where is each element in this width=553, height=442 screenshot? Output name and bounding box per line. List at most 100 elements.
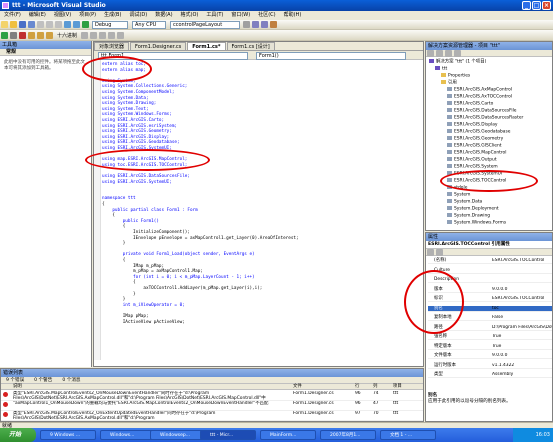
- solution-tree-node[interactable]: 解决方案 "ttt" (1 个项目): [429, 59, 486, 65]
- start-button[interactable]: 开始: [0, 428, 36, 442]
- step-into-icon[interactable]: [28, 31, 35, 39]
- taskbar-button[interactable]: 9 Windows ...: [40, 430, 96, 440]
- comment-icon[interactable]: [99, 31, 107, 39]
- find-combo[interactable]: ccontrolPageLayout: [170, 20, 240, 29]
- solution-tree-node[interactable]: ESRI.ArcGIS.Geodatabase: [447, 129, 510, 135]
- property-value[interactable]: False: [492, 315, 552, 321]
- breakpoints-icon[interactable]: [81, 31, 89, 39]
- cut-icon[interactable]: [37, 21, 44, 28]
- editor-tab[interactable]: Form1.cs*: [187, 42, 226, 50]
- step-over-icon[interactable]: [37, 31, 44, 39]
- property-value[interactable]: 9.0.0.0: [492, 287, 552, 293]
- error-column-header[interactable]: 项目: [393, 384, 402, 389]
- uncomment-icon[interactable]: [108, 31, 116, 39]
- menu-item[interactable]: 视图(V): [50, 11, 75, 20]
- menu-item[interactable]: 工具(T): [202, 11, 227, 20]
- taskbar-button[interactable]: Windowsep...: [150, 430, 206, 440]
- hex-toggle[interactable]: 十六进制: [57, 32, 77, 39]
- property-value[interactable]: Assembly: [492, 372, 552, 378]
- view-code-icon[interactable]: [454, 49, 461, 57]
- refresh-icon[interactable]: [445, 49, 452, 57]
- editor-tab[interactable]: 对象浏览器: [94, 42, 130, 50]
- save-icon[interactable]: [19, 21, 26, 28]
- toolbox-icon[interactable]: [270, 21, 277, 28]
- menu-item[interactable]: 文件(F): [0, 11, 25, 20]
- step-out-icon[interactable]: [46, 31, 53, 39]
- configuration-select[interactable]: Debug: [92, 20, 128, 29]
- taskbar-button[interactable]: 2007年8月1...: [320, 430, 376, 440]
- solution-tree-node[interactable]: ESRI.ArcGIS.DataSourcesRaster: [447, 115, 523, 121]
- solution-explorer-icon[interactable]: [252, 21, 259, 28]
- taskbar-button[interactable]: Windows...: [100, 430, 156, 440]
- solution-tree-node[interactable]: ESRI.ArcGIS.AxTOCControl: [447, 94, 512, 100]
- properties-icon[interactable]: [261, 21, 268, 28]
- editor-tab[interactable]: Form1.Designer.cs: [130, 42, 187, 50]
- taskbar-button[interactable]: MainForm...: [260, 430, 316, 440]
- error-column-header[interactable]: 文件: [293, 384, 302, 389]
- alphabetical-icon[interactable]: [436, 248, 443, 256]
- start-debug-icon[interactable]: [82, 21, 89, 28]
- error-filter-button[interactable]: 9 个错误: [6, 377, 24, 383]
- find-icon[interactable]: [243, 21, 250, 28]
- code-area[interactable]: extern alias toc; extern alias map; using …: [94, 60, 423, 360]
- taskbar-button[interactable]: ttt - Micr...: [200, 430, 256, 440]
- menu-item[interactable]: 数据(A): [151, 11, 176, 20]
- property-row[interactable]: 类型 Assembly: [428, 372, 552, 378]
- error-row[interactable]: 类型"ESRI.ArcGIS.MapControlEvents2_OnMouse…: [1, 391, 423, 401]
- save-all-icon[interactable]: [28, 21, 35, 28]
- solution-tree-node[interactable]: ESRI.ArcGIS.MapControl: [447, 150, 506, 156]
- solution-tree-node[interactable]: ESRI.ArcGIS.Display: [447, 122, 498, 128]
- copy-icon[interactable]: [46, 21, 53, 28]
- property-value[interactable]: 9.0.0.0: [492, 353, 552, 359]
- property-value[interactable]: v1.1.4322: [492, 363, 552, 369]
- menu-item[interactable]: 社区(C): [254, 11, 279, 20]
- redo-icon[interactable]: [73, 21, 80, 28]
- menu-item[interactable]: 项目(P): [75, 11, 100, 20]
- properties-view-icon[interactable]: [427, 49, 434, 57]
- error-row[interactable]: "axMapControl1_OnMouseDown"的重载均与委托"ESRI.…: [1, 401, 423, 411]
- property-value[interactable]: True: [492, 334, 552, 340]
- stop-debug-icon[interactable]: [19, 31, 26, 39]
- paste-icon[interactable]: [55, 21, 62, 28]
- error-filter-button[interactable]: 0 个警告: [34, 377, 52, 383]
- property-row[interactable]: 特定版本 True: [428, 344, 552, 350]
- properties-object-selector[interactable]: ESRI.ArcGIS.TOCControl 引用属性: [426, 241, 552, 249]
- error-column-header[interactable]: 列: [373, 384, 377, 389]
- menu-item[interactable]: 格式(O): [177, 11, 203, 20]
- solution-tree-node[interactable]: System.Drawing: [447, 213, 490, 219]
- error-row[interactable]: 类型"ESRI.ArcGIS.MapControlEvents2_OnExten…: [1, 411, 423, 421]
- solution-tree-node[interactable]: ESRI.ArcGIS.AxMapControl: [447, 87, 512, 93]
- continue-icon[interactable]: [1, 31, 8, 39]
- error-filter-button[interactable]: 0 个消息: [62, 377, 80, 383]
- property-row[interactable]: 文件版本 9.0.0.0: [428, 353, 552, 359]
- editor-tab[interactable]: Form1.cs [设计]: [226, 42, 275, 50]
- menu-item[interactable]: 窗口(W): [227, 11, 254, 20]
- menu-item[interactable]: 帮助(H): [280, 11, 306, 20]
- solution-tree-node[interactable]: ESRI.ArcGIS.Geometry: [447, 136, 503, 142]
- member-dropdown[interactable]: Form1(): [256, 52, 406, 60]
- undo-icon[interactable]: [64, 21, 71, 28]
- solution-tree-node[interactable]: 引用: [441, 80, 457, 86]
- minimize-button[interactable]: _: [522, 1, 531, 10]
- align-left-icon[interactable]: [90, 31, 98, 39]
- new-project-icon[interactable]: [1, 21, 8, 28]
- solution-tree-node[interactable]: System.Data: [447, 199, 482, 205]
- solution-tree-node[interactable]: ESRI.ArcGIS.System: [447, 164, 498, 170]
- error-column-header[interactable]: 行: [355, 384, 359, 389]
- bookmark-icon[interactable]: [117, 31, 125, 39]
- menu-item[interactable]: 调试(D): [125, 11, 151, 20]
- show-all-files-icon[interactable]: [436, 49, 443, 57]
- close-button[interactable]: ×: [542, 1, 551, 10]
- property-row[interactable]: 强名称 True: [428, 334, 552, 340]
- property-value[interactable]: D:\Program Files\ArcGIS\DotNet\: [492, 325, 552, 331]
- solution-tree-node[interactable]: ESRI.ArcGIS.Output: [447, 157, 497, 163]
- solution-tree-node[interactable]: System: [447, 192, 470, 198]
- open-file-icon[interactable]: [10, 21, 17, 28]
- solution-tree-node[interactable]: System.Windows.Forms: [447, 220, 506, 226]
- property-value[interactable]: toc: [492, 306, 552, 312]
- property-value[interactable]: ESRI.ArcGIS.TOCControl: [492, 296, 552, 302]
- error-column-header[interactable]: 说明: [13, 384, 22, 389]
- property-value[interactable]: True: [492, 344, 552, 350]
- categorized-icon[interactable]: [427, 248, 434, 256]
- solution-tree-node[interactable]: ESRI.ArcGIS.DataSourcesFile: [447, 108, 517, 114]
